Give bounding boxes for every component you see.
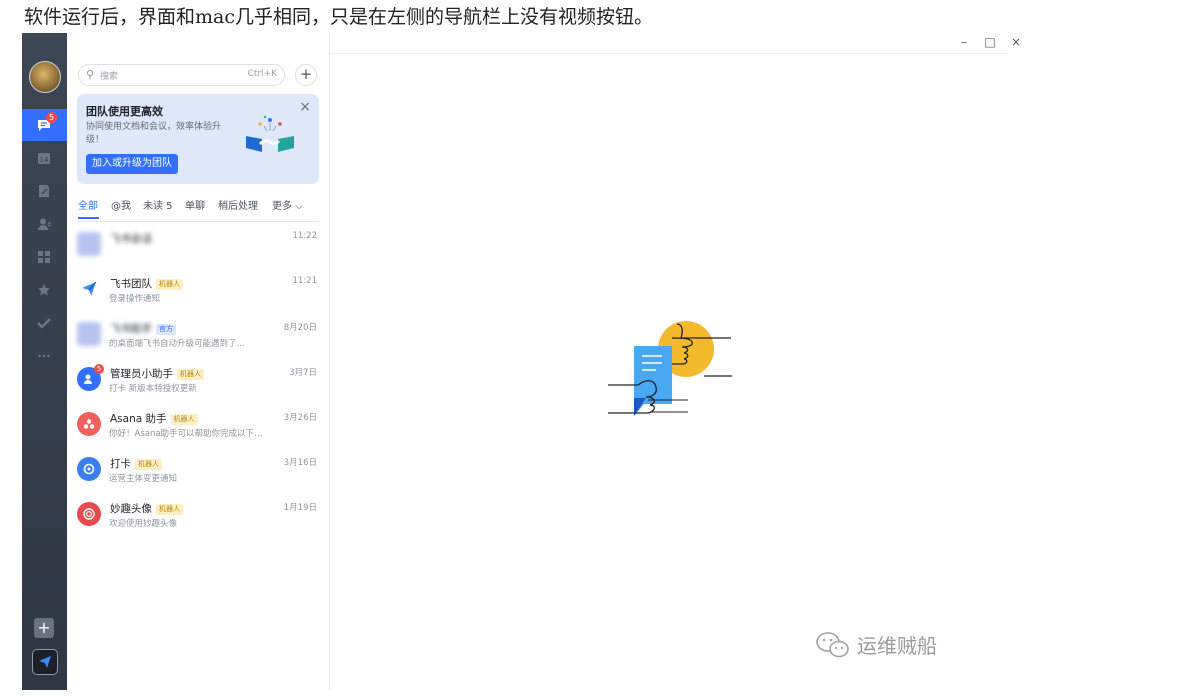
chat-time: 11:22 bbox=[292, 231, 318, 241]
robot-tag: 机器人 bbox=[156, 279, 183, 290]
handshake-illustration bbox=[246, 115, 294, 152]
official-tag: 官方 bbox=[156, 324, 176, 335]
chat-preview: 欢迎使用妙趣头像 bbox=[109, 519, 178, 529]
chat-name: 打卡 机器人 bbox=[110, 456, 162, 471]
chat-preview: 打卡 新版本特授权更新 bbox=[109, 384, 197, 394]
chat-time: 3月26日 bbox=[283, 413, 317, 423]
chat-time: 1月19日 bbox=[283, 503, 317, 513]
maximize-button[interactable]: □ bbox=[982, 35, 998, 49]
chat-row[interactable]: 5 管理员小助手 机器人 打卡 新版本特授权更新 3月7日 bbox=[67, 360, 329, 404]
avatar[interactable] bbox=[29, 61, 61, 93]
join-team-button[interactable]: 加入或升级为团队 bbox=[86, 154, 178, 174]
favorites-icon[interactable] bbox=[34, 280, 54, 300]
svg-text:14: 14 bbox=[40, 156, 49, 164]
chat-row[interactable]: 打卡 机器人 运营主体变更通知 3月16日 bbox=[67, 450, 329, 494]
robot-tag: 机器人 bbox=[170, 414, 198, 425]
chat-time: 11:21 bbox=[292, 276, 318, 286]
chat-avatar bbox=[77, 322, 101, 346]
robot-tag: 机器人 bbox=[177, 369, 204, 380]
app-window: – □ × 5 14 + ⚲ 搜索 Ctrl+K + 团队使用更高效 协同使用文… bbox=[22, 33, 1021, 690]
search-input[interactable]: ⚲ 搜索 Ctrl+K bbox=[78, 64, 285, 86]
fun-avatar-avatar bbox=[77, 502, 101, 526]
wechat-icon bbox=[816, 631, 849, 657]
asana-avatar bbox=[77, 412, 101, 436]
thumbs-up-illustration bbox=[608, 321, 732, 416]
new-chat-button[interactable]: + bbox=[295, 64, 317, 86]
minimize-button[interactable]: – bbox=[956, 35, 972, 49]
tab-mentions[interactable]: @我 bbox=[111, 197, 131, 212]
chat-list-panel: ⚲ 搜索 Ctrl+K + 团队使用更高效 协同使用文档和会议，效率体验升级！ … bbox=[67, 33, 330, 690]
chat-name: 飞书会话 bbox=[110, 233, 152, 245]
tab-unread[interactable]: 未读 5 bbox=[143, 197, 173, 212]
chat-row[interactable]: 飞书助手 官方 的桌面端飞书自动升级可能遇到了... 8月20日 bbox=[67, 315, 329, 359]
search-placeholder: 搜索 bbox=[100, 72, 119, 82]
chat-name: 飞书助手 官方 bbox=[110, 321, 176, 336]
more-icon[interactable] bbox=[34, 346, 54, 366]
search-icon: ⚲ bbox=[86, 68, 95, 81]
chat-row[interactable]: Asana 助手机器人 你好！Asana助手可以帮助你完成以下操作: •... … bbox=[67, 405, 329, 449]
workplace-icon[interactable] bbox=[34, 247, 54, 267]
rail-add-button[interactable]: + bbox=[34, 618, 54, 638]
chat-filter-tabs: 全部 @我 未读 5 单聊 稍后处理 更多 ⌵ bbox=[78, 197, 319, 222]
promo-close-icon[interactable]: × bbox=[299, 99, 311, 115]
tab-later[interactable]: 稍后处理 bbox=[218, 197, 258, 212]
chat-row[interactable]: 妙趣头像 机器人 欢迎使用妙趣头像 1月19日 bbox=[67, 495, 329, 539]
tasks-icon[interactable] bbox=[34, 313, 54, 333]
robot-tag: 机器人 bbox=[156, 504, 183, 515]
nav-rail: 5 14 + bbox=[22, 33, 67, 690]
chat-time: 3月7日 bbox=[289, 368, 317, 378]
search-shortcut: Ctrl+K bbox=[247, 69, 277, 79]
calendar-icon[interactable]: 14 bbox=[34, 148, 54, 168]
window-titlebar: – □ × bbox=[330, 33, 1021, 54]
chat-preview: 你好！Asana助手可以帮助你完成以下操作: •... bbox=[109, 429, 269, 439]
unread-badge: 5 bbox=[94, 364, 104, 374]
promo-description: 协同使用文档和会议，效率体验升级！ bbox=[86, 122, 222, 145]
chat-time: 3月16日 bbox=[283, 458, 317, 468]
chat-preview: 登录操作通知 bbox=[109, 294, 161, 304]
caption-text: 软件运行后，界面和mac几乎相同，只是在左侧的导航栏上没有视频按钮。 bbox=[24, 6, 653, 28]
chat-unread-badge: 5 bbox=[46, 112, 57, 123]
promo-title: 团队使用更高效 bbox=[86, 105, 163, 118]
tab-direct[interactable]: 单聊 bbox=[185, 197, 205, 212]
tab-all[interactable]: 全部 bbox=[78, 197, 98, 212]
team-promo-card: 团队使用更高效 协同使用文档和会议，效率体验升级！ 加入或升级为团队 × bbox=[77, 94, 319, 184]
feishu-team-avatar bbox=[77, 277, 101, 301]
robot-tag: 机器人 bbox=[135, 459, 162, 470]
chat-preview: 运营主体变更通知 bbox=[109, 474, 178, 484]
tab-active-underline bbox=[78, 217, 99, 219]
feishu-app-icon[interactable] bbox=[32, 649, 58, 675]
chat-name: Asana 助手 机器人 bbox=[110, 411, 198, 426]
tab-more[interactable]: 更多 ⌵ bbox=[272, 197, 303, 212]
chat-name: 飞书团队 机器人 bbox=[110, 276, 183, 291]
watermark-text: 运维贼船 bbox=[857, 634, 937, 658]
checkin-avatar bbox=[77, 457, 101, 481]
chat-time: 8月20日 bbox=[283, 323, 317, 333]
contacts-icon[interactable] bbox=[34, 214, 54, 234]
chat-name: 妙趣头像 机器人 bbox=[110, 501, 183, 516]
docs-icon[interactable] bbox=[34, 181, 54, 201]
wechat-watermark: 运维贼船 bbox=[815, 630, 937, 659]
close-button[interactable]: × bbox=[1008, 35, 1024, 49]
chat-row[interactable]: 飞书会话 11:22 bbox=[67, 225, 329, 269]
chat-row[interactable]: 飞书团队 机器人 登录操作通知 11:21 bbox=[67, 270, 329, 314]
chat-name: 管理员小助手 机器人 bbox=[110, 366, 204, 381]
chat-avatar bbox=[77, 232, 101, 256]
chat-preview: 的桌面端飞书自动升级可能遇到了... bbox=[109, 339, 245, 349]
